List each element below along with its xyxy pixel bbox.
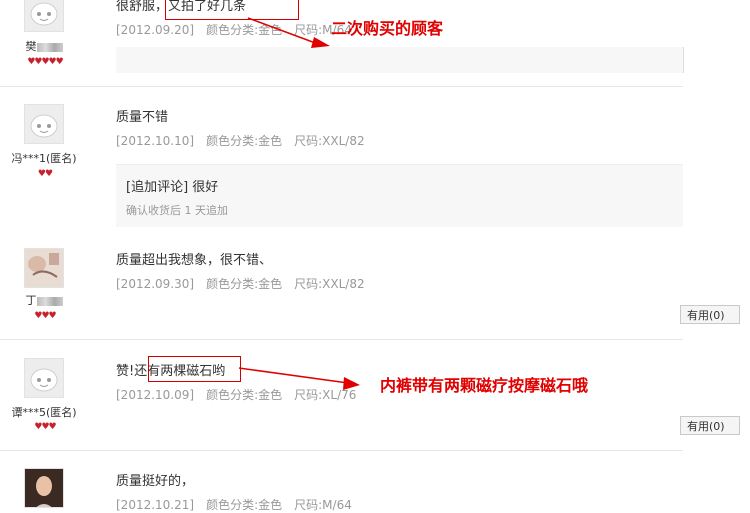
review-meta: [2012.10.09] 颜色分类:金色 尺码:XL/76 bbox=[116, 386, 368, 403]
divider bbox=[0, 86, 683, 87]
useful-button[interactable]: 有用(0) bbox=[680, 305, 740, 324]
review-color: 颜色分类:金色 bbox=[206, 498, 283, 512]
avatar[interactable] bbox=[24, 358, 64, 398]
append-review-box: [追加评论] 很好 确认收货后 1 天追加 bbox=[116, 164, 683, 227]
review-comment: 质量不错 bbox=[116, 110, 169, 125]
append-box-edge bbox=[116, 47, 684, 73]
divider bbox=[0, 450, 683, 451]
user-photo-icon bbox=[25, 249, 63, 287]
rating-hearts: ♥♥♥♥♥ bbox=[27, 57, 63, 67]
review-color: 颜色分类:金色 bbox=[206, 23, 283, 37]
avatar[interactable] bbox=[24, 468, 64, 508]
username: 丁 bbox=[4, 292, 84, 308]
review-size: 尺码:M/64 bbox=[294, 498, 352, 512]
highlight-box bbox=[148, 356, 241, 382]
rating-hearts: ♥♥ bbox=[37, 169, 53, 179]
user-photo-icon bbox=[25, 469, 63, 507]
review-date: [2012.10.09] bbox=[116, 388, 195, 402]
username: 谭***5(匿名) bbox=[11, 406, 77, 419]
rating-hearts: ♥♥♥ bbox=[34, 422, 56, 432]
review-meta: [2012.09.20] 颜色分类:金色 尺码:M/64 bbox=[116, 21, 364, 38]
review-size: 尺码:XXL/82 bbox=[294, 134, 365, 148]
review-color: 颜色分类:金色 bbox=[206, 388, 283, 402]
annotation-arrows bbox=[238, 17, 360, 390]
username: 樊 bbox=[4, 38, 84, 54]
avatar[interactable] bbox=[24, 104, 64, 144]
blurred-name bbox=[36, 42, 63, 52]
username: 冯***1(匿名) bbox=[11, 152, 77, 165]
review-comment: 质量挺好的， bbox=[116, 474, 195, 489]
avatar[interactable] bbox=[24, 248, 64, 288]
review-size: 尺码:XL/76 bbox=[294, 388, 357, 402]
review-date: [2012.10.10] bbox=[116, 134, 195, 148]
review-meta: [2012.10.10] 颜色分类:金色 尺码:XXL/82 bbox=[116, 132, 377, 149]
append-review-note: 确认收货后 1 天追加 bbox=[126, 204, 228, 217]
review-color: 颜色分类:金色 bbox=[206, 277, 283, 291]
avatar[interactable] bbox=[24, 0, 64, 32]
arrow-line bbox=[238, 367, 349, 384]
review-date: [2012.10.21] bbox=[116, 498, 195, 512]
review-meta: [2012.09.30] 颜色分类:金色 尺码:XXL/82 bbox=[116, 275, 377, 292]
default-avatar-icon bbox=[25, 105, 63, 143]
blurred-name bbox=[36, 296, 63, 306]
review-date: [2012.09.20] bbox=[116, 23, 195, 37]
review-comment: 质量超出我想象，很不错、 bbox=[116, 253, 273, 268]
default-avatar-icon bbox=[25, 359, 63, 397]
review-size: 尺码:XXL/82 bbox=[294, 277, 365, 291]
useful-button[interactable]: 有用(0) bbox=[680, 416, 740, 435]
annotation-magnet-note: 内裤带有两颗磁疗按摩磁石哦 bbox=[380, 376, 589, 395]
divider bbox=[0, 339, 683, 340]
highlight-box bbox=[165, 0, 299, 20]
append-review-text: [追加评论] 很好 bbox=[126, 180, 219, 195]
review-meta: [2012.10.21] 颜色分类:金色 尺码:M/64 bbox=[116, 496, 364, 513]
default-avatar-icon bbox=[25, 0, 63, 31]
annotation-repeat-buyer: 二次购买的顾客 bbox=[331, 19, 444, 38]
review-color: 颜色分类:金色 bbox=[206, 134, 283, 148]
rating-hearts: ♥♥♥ bbox=[34, 311, 56, 321]
review-date: [2012.09.30] bbox=[116, 277, 195, 291]
